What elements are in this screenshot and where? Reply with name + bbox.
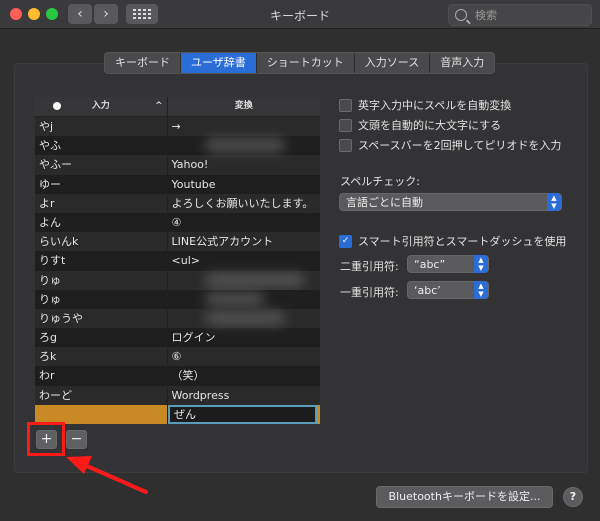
annotation-arrow-icon <box>66 456 148 494</box>
keyboard-preferences-window: ‹ › キーボード 検索 キーボード ユーザ辞書 ショートカット 入力ソース 音… <box>0 0 600 521</box>
